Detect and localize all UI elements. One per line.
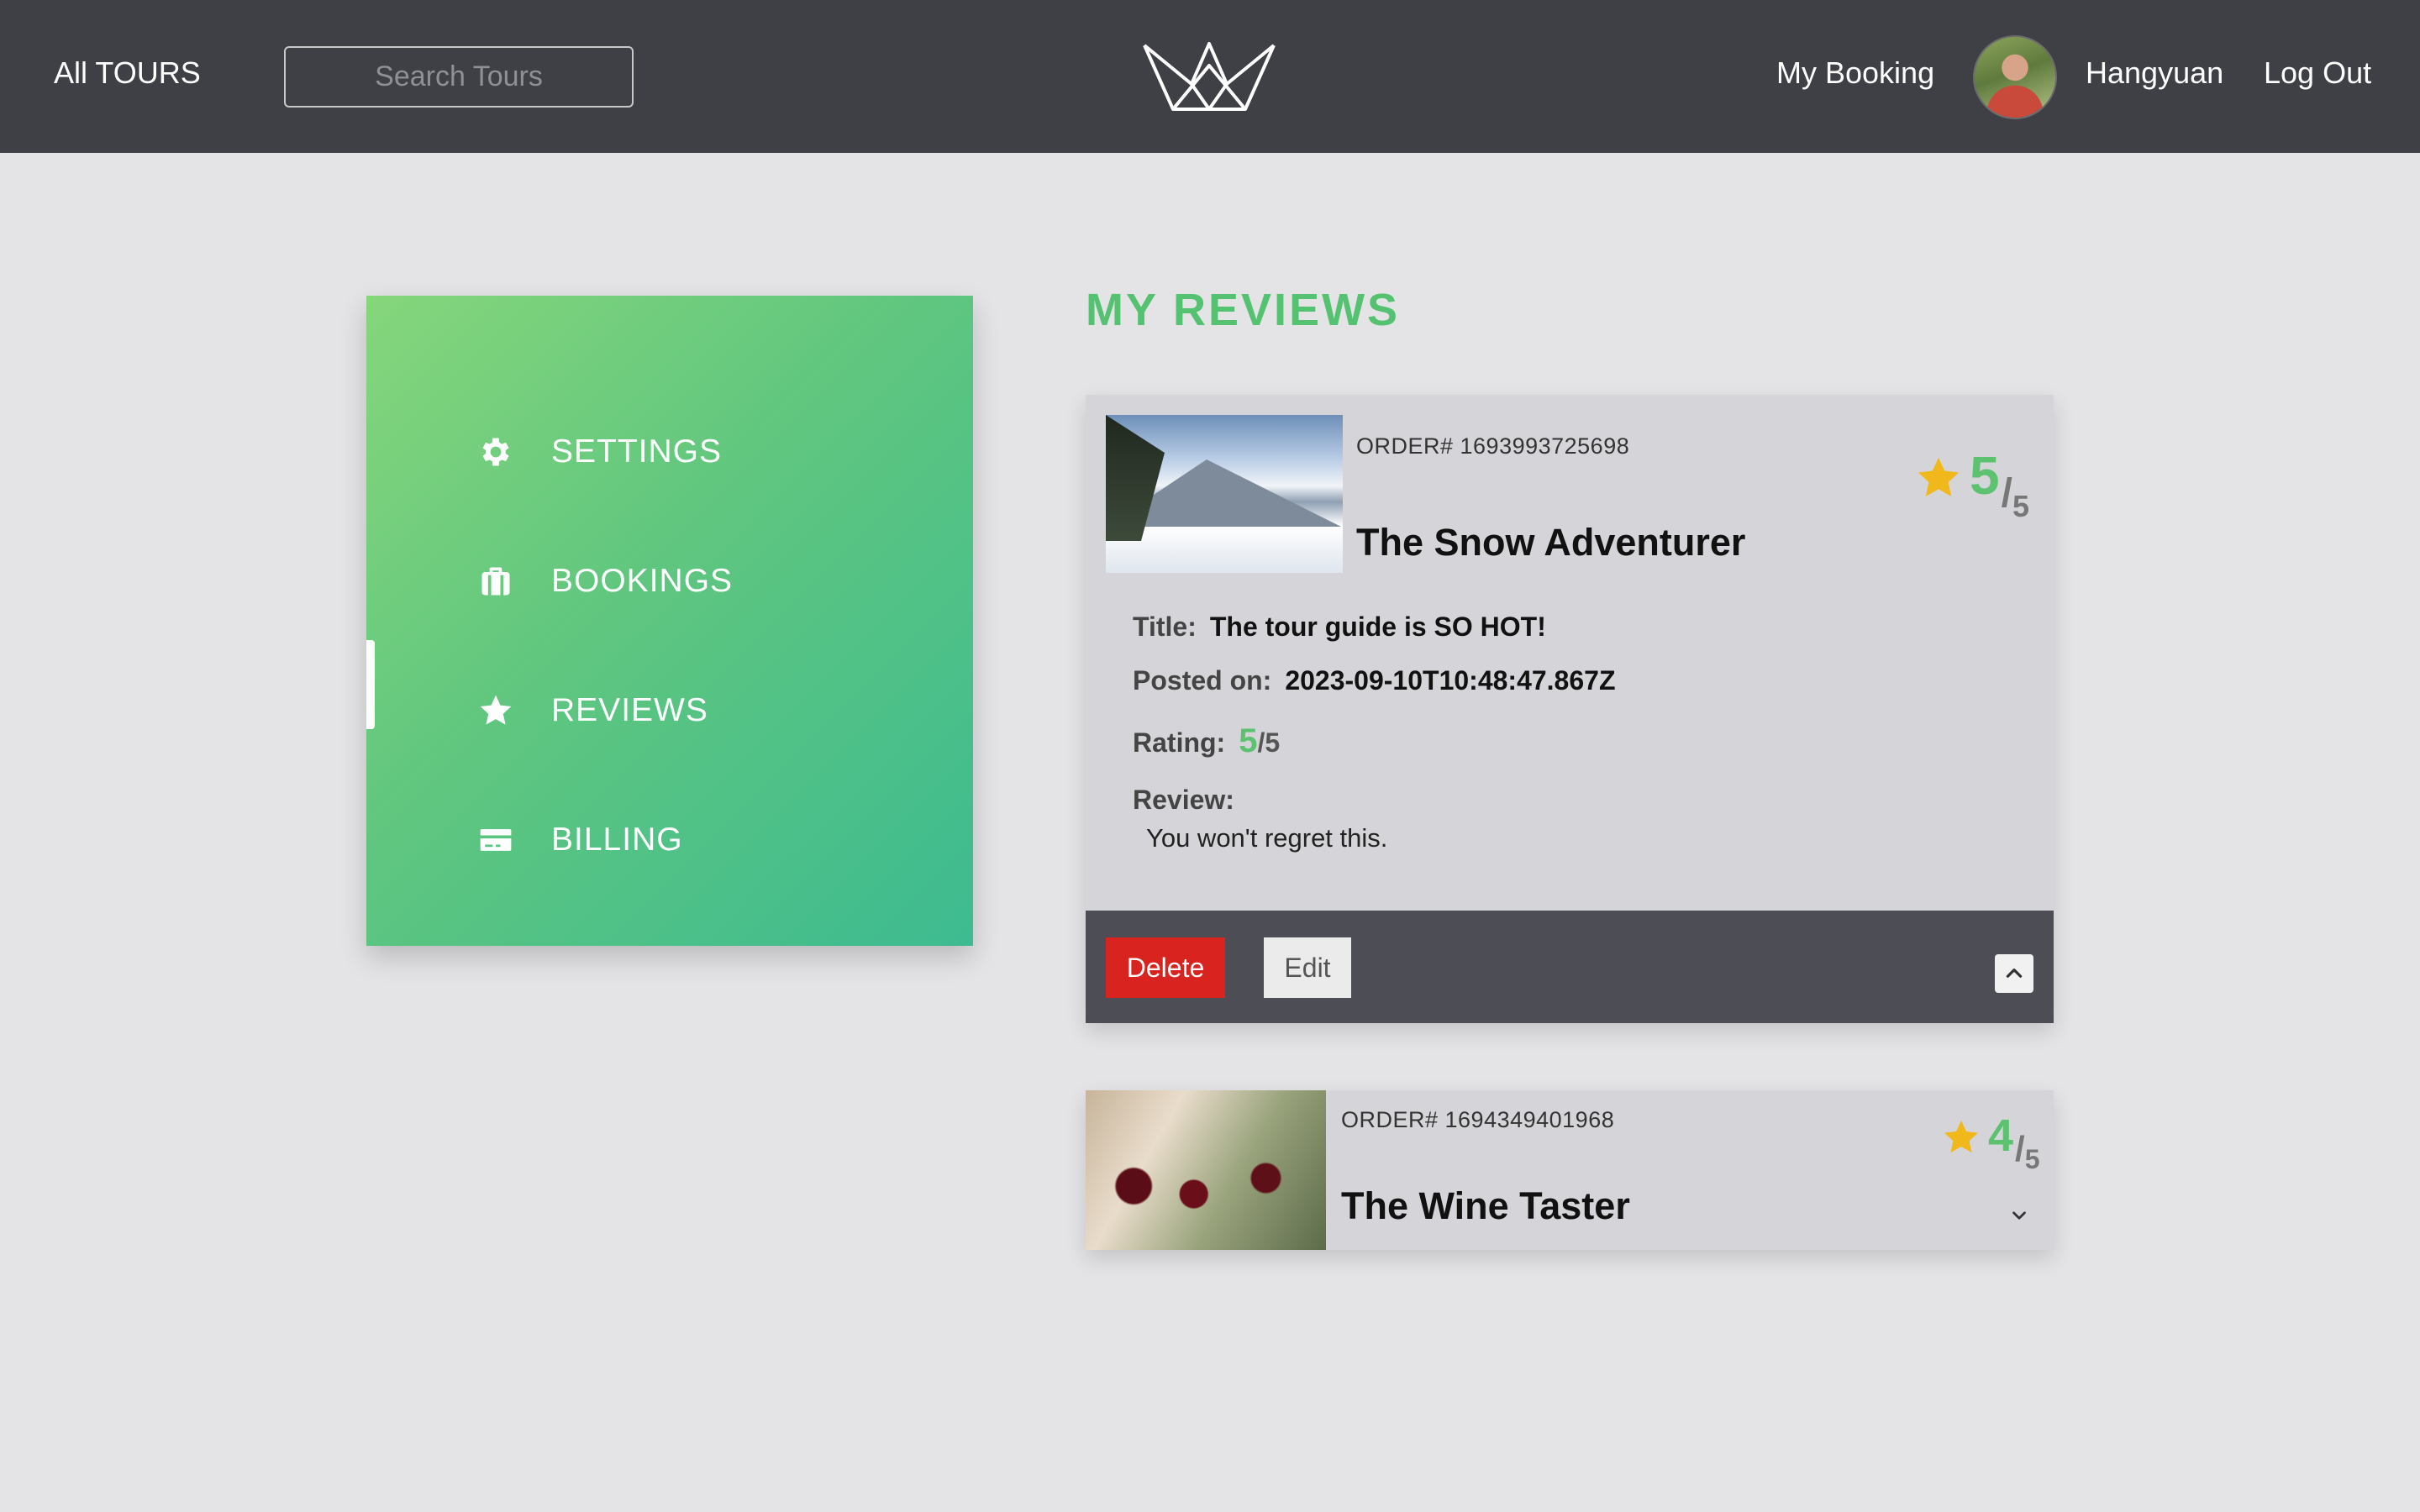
review-title: The tour guide is SO HOT!	[1209, 612, 1546, 642]
posted-date: 2023-09-10T10:48:47.867Z	[1285, 665, 1616, 696]
chevron-down-icon	[2012, 1211, 2026, 1220]
star-icon	[1944, 1121, 1978, 1153]
sidebar-item-label: BILLING	[551, 822, 683, 858]
posted-label: Posted on:	[1133, 665, 1272, 696]
tour-thumbnail	[1086, 1090, 1326, 1250]
posted-on-row: Posted on: 2023-09-10T10:48:47.867Z	[1133, 665, 1615, 696]
page-title: MY REVIEWS	[1086, 285, 1401, 335]
score-max: 5	[2024, 1144, 2040, 1174]
gear-icon	[482, 438, 509, 466]
star-icon	[1918, 457, 1960, 496]
edit-button[interactable]: Edit	[1264, 937, 1351, 998]
order-number: ORDER# 1693993725698	[1356, 433, 1630, 459]
review-card[interactable]: ORDER# 1694349401968 The Wine Taster 4 /…	[1086, 1090, 2054, 1250]
score-display: 4 / 5	[1941, 1112, 2040, 1175]
sidebar-item-bookings[interactable]: BOOKINGS	[477, 556, 733, 606]
active-indicator	[366, 640, 375, 729]
title-label: Title:	[1133, 612, 1197, 642]
sidebar-item-reviews[interactable]: REVIEWS	[477, 685, 708, 736]
review-card-footer: Delete Edit	[1086, 911, 2054, 1023]
delete-button[interactable]: Delete	[1106, 937, 1225, 998]
review-label-row: Review:	[1133, 785, 1248, 816]
user-name-link[interactable]: Hangyuan	[2086, 55, 2223, 91]
tour-thumbnail	[1106, 415, 1343, 573]
sidebar-item-label: REVIEWS	[551, 692, 708, 728]
top-nav-bar: All TOURS My Booking Hangyuan Log Out	[0, 0, 2420, 153]
score-value: 5	[1970, 445, 2000, 506]
score-value: 4	[1988, 1110, 2014, 1161]
rating-row: Rating: 5 /5	[1133, 722, 1280, 760]
account-sidebar: SETTINGS BOOKINGS REVIEWS BILLING	[366, 296, 973, 946]
avatar[interactable]	[1973, 35, 2057, 119]
collapse-button[interactable]	[1995, 954, 2033, 993]
search-input[interactable]	[284, 46, 634, 108]
logout-link[interactable]: Log Out	[2264, 55, 2371, 91]
tour-name: The Snow Adventurer	[1356, 521, 1746, 564]
score-slash: /	[2015, 1129, 2025, 1168]
sidebar-item-billing[interactable]: BILLING	[477, 815, 683, 865]
review-label: Review:	[1133, 785, 1234, 815]
review-text: You won't regret this.	[1146, 823, 1388, 853]
chevron-up-icon	[2006, 969, 2023, 978]
crown-logo-icon[interactable]	[1141, 40, 1277, 113]
sidebar-item-label: BOOKINGS	[551, 563, 734, 599]
score-max: 5	[2012, 489, 2029, 523]
review-title-row: Title: The tour guide is SO HOT!	[1133, 612, 1546, 643]
suitcase-icon	[481, 567, 510, 596]
rating-max: /5	[1257, 727, 1281, 758]
credit-card-icon	[480, 829, 512, 851]
sidebar-item-label: SETTINGS	[551, 433, 723, 470]
score-slash: /	[2001, 471, 2012, 516]
order-number: ORDER# 1694349401968	[1341, 1107, 1615, 1132]
all-tours-link[interactable]: All TOURS	[54, 55, 201, 91]
star-icon	[480, 695, 512, 725]
sidebar-item-settings[interactable]: SETTINGS	[477, 427, 722, 477]
expand-button[interactable]	[2005, 1201, 2033, 1230]
score-display: 5 / 5	[1914, 449, 2029, 524]
rating-label: Rating:	[1133, 727, 1226, 758]
tour-name: The Wine Taster	[1341, 1184, 1630, 1227]
review-card: ORDER# 1693993725698 The Snow Adventurer…	[1086, 395, 2054, 1023]
my-booking-link[interactable]: My Booking	[1776, 55, 1934, 91]
rating-value: 5	[1239, 722, 1258, 759]
